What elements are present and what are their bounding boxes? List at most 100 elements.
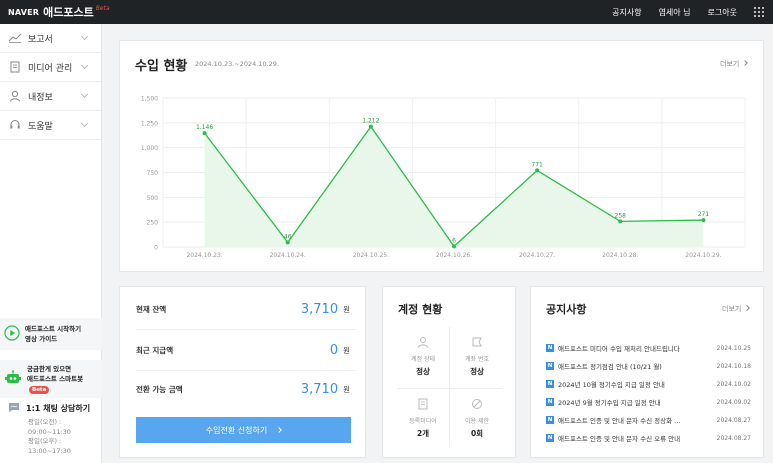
y-tick-label: 500 bbox=[147, 195, 159, 202]
guide-banner-line2: 영상 가이드 bbox=[25, 335, 58, 343]
notice-text: 애드포스트 미디어 수입 재처리 안내드립니다 bbox=[558, 345, 680, 353]
logo[interactable]: NAVER 애드포스트 Beta bbox=[8, 4, 110, 20]
balance-label: 현재 잔액 bbox=[136, 304, 167, 314]
notice-item[interactable]: N 2024년 10월 정기수입 지급 일정 안내 2024.10.02 bbox=[546, 375, 751, 393]
y-tick-label: 750 bbox=[147, 170, 159, 177]
notice-text: 2024년 10월 정기수입 지급 일정 안내 bbox=[558, 381, 665, 389]
notice-date: 2024.10.25 bbox=[716, 344, 751, 352]
sidebar-item-label: 미디어 관리 bbox=[28, 63, 73, 74]
notice-date: 2024.08.27 bbox=[716, 434, 751, 442]
balance-row-convertible: 전환 가능 금액 3,710 원 bbox=[136, 379, 356, 399]
account-cell-value: 2개 bbox=[416, 429, 430, 438]
top-link-logout[interactable]: 로그아웃 bbox=[708, 7, 737, 18]
sidebar-item-help[interactable]: 도움말 bbox=[0, 111, 101, 140]
chat-hours-line: 평일(오후) : bbox=[28, 437, 62, 445]
user-icon bbox=[8, 90, 22, 102]
chevron-down-icon bbox=[80, 32, 89, 41]
notice-item[interactable]: N 애드포스트 인증 및 안내 문자 수신 정상화 ... 2024.08.27 bbox=[546, 411, 751, 429]
chevron-down-icon bbox=[80, 90, 89, 99]
document-icon bbox=[397, 397, 449, 411]
income-panel: 수입 현황 2024.10.23.~2024.10.29. 더보기 0 250 50… bbox=[119, 40, 764, 272]
notice-item[interactable]: N 애드포스트 미디어 수입 재처리 안내드립니다 2024.10.25 bbox=[546, 339, 751, 357]
notice-more-link[interactable]: 더보기 bbox=[722, 304, 751, 314]
app-grid-icon[interactable] bbox=[754, 7, 764, 17]
ban-icon bbox=[451, 397, 503, 411]
divider bbox=[136, 370, 356, 371]
sidebar-item-label: 도움말 bbox=[28, 121, 53, 132]
chat-hours-line: 평일(오전) : bbox=[28, 418, 62, 426]
chevron-down-icon bbox=[80, 61, 89, 70]
play-icon bbox=[4, 325, 20, 343]
x-tick-label: 2024.10.25. bbox=[353, 252, 389, 259]
data-label: 1,146 bbox=[196, 124, 213, 131]
sidebar-item-label: 내정보 bbox=[28, 92, 53, 103]
top-link-notice[interactable]: 공지사항 bbox=[612, 7, 641, 18]
button-label: 수입전환 신청하기 bbox=[205, 425, 268, 435]
x-tick-label: 2024.10.28. bbox=[602, 252, 638, 259]
top-link-user[interactable]: 염세아 님 bbox=[659, 7, 691, 18]
divider bbox=[397, 388, 502, 389]
chat-consult[interactable]: 1:1 채팅 상담하기 평일(오전) : 09:00~11:30 평일(오후) … bbox=[0, 402, 102, 456]
bot-banner-line1: 궁금한게 있으면 bbox=[27, 365, 72, 373]
sidebar-item-media[interactable]: 미디어 관리 bbox=[0, 53, 101, 82]
balance-unit: 원 bbox=[343, 384, 350, 394]
account-cell-label: 계좌 번호 bbox=[465, 356, 489, 363]
beta-badge: Beta bbox=[29, 386, 50, 394]
chart-line-icon bbox=[8, 32, 22, 44]
sidebar-item-report[interactable]: 보고서 bbox=[0, 24, 101, 53]
notice-text: 애드포스트 정기점검 안내 (10/21 월) bbox=[558, 363, 662, 371]
more-label: 더보기 bbox=[722, 305, 742, 313]
chevron-right-icon bbox=[744, 305, 751, 311]
bot-banner-line2: 애드포스트 스마트봇 bbox=[27, 375, 84, 383]
balance-value: 0 bbox=[329, 342, 339, 358]
data-label: 1,212 bbox=[362, 118, 379, 125]
notice-text: 2024년 9월 정기수입 지급 일정 안내 bbox=[558, 399, 661, 407]
sidebar: 보고서 미디어 관리 내정보 도움말 애드포스트 시작하기 영상 가이드 궁금한… bbox=[0, 24, 102, 463]
new-badge: N bbox=[546, 362, 554, 370]
y-tick-label: 1,500 bbox=[141, 96, 158, 103]
notice-item[interactable]: N 애드포스트 정기점검 안내 (10/21 월) 2024.10.18 bbox=[546, 357, 751, 375]
account-cell-value: 0회 bbox=[470, 429, 484, 438]
notice-item[interactable]: N 애드포스트 인증 및 안내 문자 수신 오류 안내 2024.08.27 bbox=[546, 429, 751, 447]
new-badge: N bbox=[546, 380, 554, 388]
data-label: 6 bbox=[452, 237, 456, 244]
chat-title: 1:1 채팅 상담하기 bbox=[26, 404, 91, 413]
headset-icon bbox=[8, 119, 22, 131]
account-title: 계정 현황 bbox=[398, 303, 443, 316]
x-tick-label: 2024.10.26. bbox=[436, 252, 472, 259]
notice-text: 애드포스트 인증 및 안내 문자 수신 오류 안내 bbox=[558, 435, 681, 443]
new-badge: N bbox=[546, 416, 554, 424]
notice-list: N 애드포스트 미디어 수입 재처리 안내드립니다 2024.10.25 N 애드포스… bbox=[546, 339, 751, 447]
account-cell-restriction: 이용 제한 0회 bbox=[451, 397, 503, 445]
x-tick-label: 2024.10.23. bbox=[186, 252, 222, 259]
y-tick-label: 0 bbox=[154, 245, 158, 252]
data-point bbox=[202, 131, 207, 136]
balance-row-current: 현재 잔액 3,710 원 bbox=[136, 299, 356, 319]
balance-value: 3,710 bbox=[300, 381, 339, 397]
data-label: 258 bbox=[615, 212, 627, 219]
x-tick-label: 2024.10.29. bbox=[685, 252, 721, 259]
chat-bubble-icon bbox=[8, 402, 20, 415]
logo-beta: Beta bbox=[95, 5, 110, 12]
y-tick-label: 250 bbox=[147, 220, 159, 227]
new-badge: N bbox=[546, 344, 554, 352]
smartbot-banner[interactable]: 궁금한게 있으면 애드포스트 스마트봇 Beta bbox=[0, 360, 102, 398]
x-tick-label: 2024.10.27. bbox=[519, 252, 555, 259]
sidebar-item-myinfo[interactable]: 내정보 bbox=[0, 82, 101, 111]
notice-title: 공지사항 bbox=[546, 303, 587, 316]
chevron-down-icon bbox=[80, 119, 89, 128]
data-point bbox=[701, 218, 706, 223]
bank-icon bbox=[451, 335, 503, 349]
balance-row-recent: 최근 지급액 0 원 bbox=[136, 340, 356, 360]
guide-video-banner[interactable]: 애드포스트 시작하기 영상 가이드 bbox=[0, 318, 102, 350]
new-badge: N bbox=[546, 434, 554, 442]
chat-hours-line: 09:00~11:30 bbox=[28, 427, 71, 436]
notice-text: 애드포스트 인증 및 안내 문자 수신 정상화 ... bbox=[558, 417, 681, 425]
x-tick-label: 2024.10.24. bbox=[270, 252, 306, 259]
income-line-chart: 0 250 500 750 1,000 1,250 1,500 1,146 46 1,212 6 77… bbox=[141, 96, 746, 259]
account-cell-value: 정상 bbox=[416, 367, 430, 376]
data-label: 771 bbox=[531, 161, 543, 168]
income-convert-button[interactable]: 수입전환 신청하기 bbox=[136, 417, 351, 443]
notice-item[interactable]: N 2024년 9월 정기수입 지급 일정 안내 2024.09.02 bbox=[546, 393, 751, 411]
chat-hours: 평일(오전) : 09:00~11:30 평일(오후) : 13:00~17:3… bbox=[28, 418, 102, 456]
